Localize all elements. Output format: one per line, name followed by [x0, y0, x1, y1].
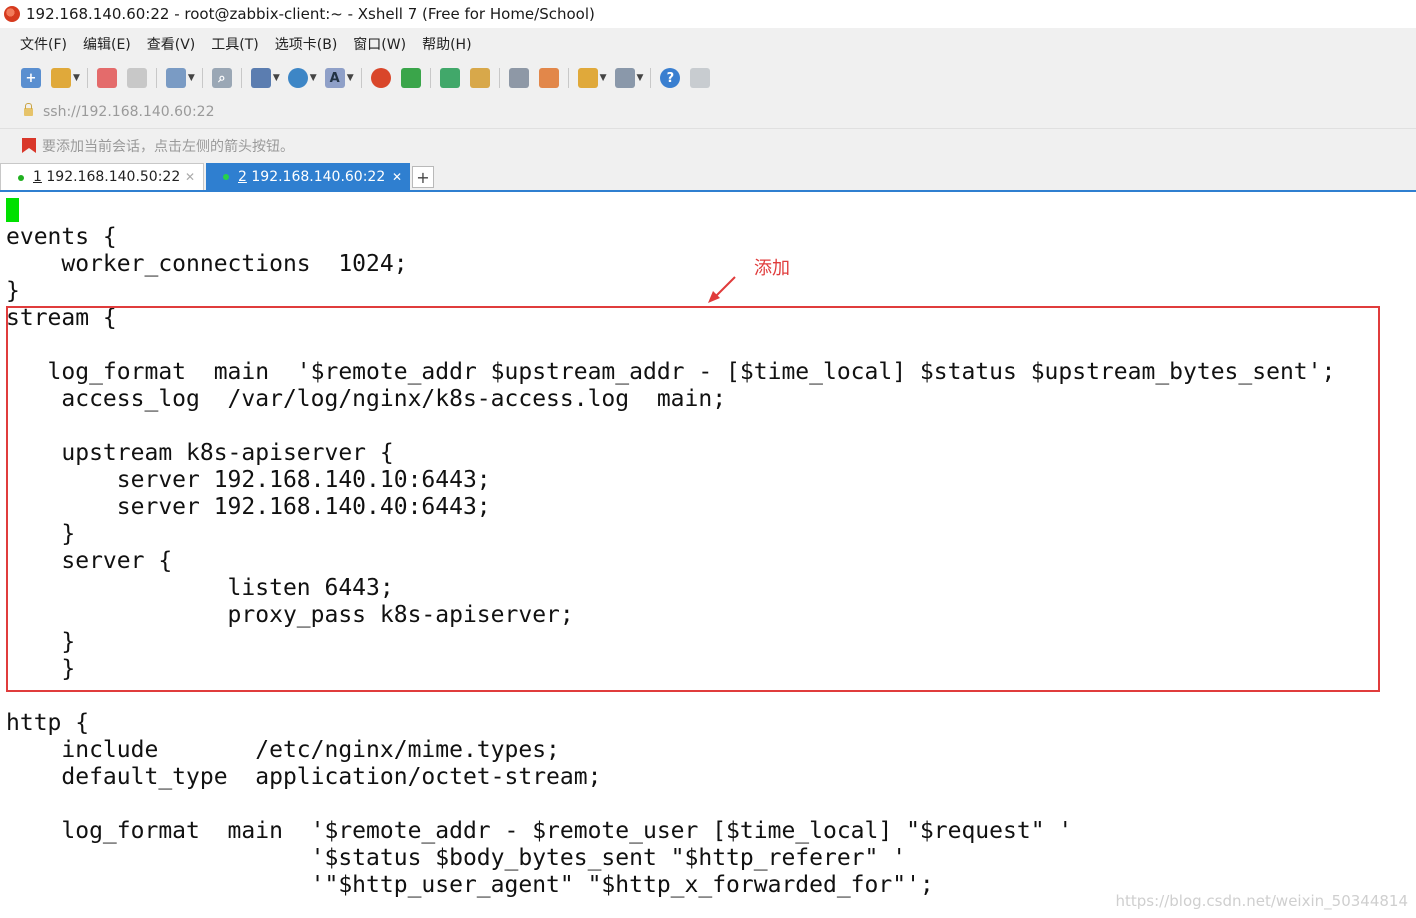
open-folder-icon[interactable] — [51, 68, 71, 88]
help-icon[interactable]: ? — [660, 68, 681, 88]
close-tab-icon[interactable]: ✕ — [392, 170, 402, 184]
session-hint-bar: 要添加当前会话，点击左侧的箭头按钮。 — [0, 128, 1416, 162]
disconnect-icon[interactable] — [126, 68, 147, 88]
tab-number: 2 — [238, 168, 247, 185]
toolbar-divider — [567, 68, 569, 88]
highlight-pen-icon[interactable] — [538, 68, 559, 88]
toolbar-divider — [201, 68, 203, 88]
menu-edit[interactable]: 编辑(E) — [83, 34, 131, 54]
terminal-cursor — [6, 198, 19, 222]
terminal-line: '$status $body_bytes_sent "$http_referer… — [6, 845, 907, 871]
new-session-icon[interactable]: + — [21, 68, 41, 88]
terminal-line: } — [6, 278, 20, 304]
terminal-area[interactable]: events { worker_connections 1024;} stream… — [0, 192, 1416, 918]
connect-icon[interactable] — [96, 68, 117, 88]
menu-tools[interactable]: 工具(T) — [211, 34, 258, 54]
menu-file[interactable]: 文件(F) — [20, 34, 67, 54]
annotation-label: 添加 — [754, 258, 790, 279]
connected-status-icon — [18, 175, 24, 181]
tab-session-1[interactable]: 1 192.168.140.50:22 ✕ — [0, 163, 204, 190]
tab-layout-dropdown-caret-icon[interactable]: ▼ — [637, 73, 644, 83]
keyboard-icon[interactable] — [508, 68, 529, 88]
connected-status-icon — [223, 174, 229, 180]
layout-dropdown-caret-icon[interactable]: ▼ — [273, 73, 280, 83]
toolbar-divider — [498, 68, 500, 88]
toolbar-divider — [650, 68, 652, 88]
menu-help[interactable]: 帮助(H) — [422, 34, 471, 54]
annotation-arrow-icon — [708, 276, 736, 303]
xshell-app-icon — [4, 6, 20, 22]
menu-view[interactable]: 查看(V) — [147, 34, 196, 54]
annotation-highlight-box — [6, 306, 1380, 692]
toolbar-divider — [429, 68, 431, 88]
globe-icon[interactable] — [287, 68, 308, 88]
terminal-line: log_format main '$remote_addr - $remote_… — [6, 818, 1073, 844]
menu-tabs[interactable]: 选项卡(B) — [275, 34, 338, 54]
menu-bar: 文件(F) 编辑(E) 查看(V) 工具(T) 选项卡(B) 窗口(W) 帮助(… — [0, 28, 1416, 60]
tab-session-2[interactable]: 2 192.168.140.60:22 ✕ — [206, 163, 410, 190]
title-bar: 192.168.140.60:22 - root@zabbix-client:~… — [0, 0, 1416, 28]
add-tab-button[interactable]: + — [412, 166, 434, 188]
bookmark-arrow-icon[interactable] — [22, 138, 36, 153]
lock-icon[interactable] — [469, 68, 490, 88]
layout-icon[interactable] — [250, 68, 271, 88]
terminal-line: include /etc/nginx/mime.types; — [6, 737, 560, 763]
new-window-settings-icon[interactable] — [165, 68, 186, 88]
chat-icon[interactable] — [690, 68, 711, 88]
lock-icon — [24, 103, 33, 116]
new-folder-icon[interactable] — [577, 68, 598, 88]
address-bar[interactable]: ssh://192.168.140.60:22 — [0, 96, 1416, 128]
toolbar-divider — [360, 68, 362, 88]
toolbar-divider — [155, 68, 157, 88]
settings-dropdown-caret-icon[interactable]: ▼ — [188, 73, 195, 83]
fullscreen-icon[interactable] — [439, 68, 460, 88]
tab-label: 192.168.140.50:22 — [46, 169, 181, 185]
font-dropdown-caret-icon[interactable]: ▼ — [347, 73, 354, 83]
toolbar: + ▼ ▼ ⌕ ▼ ▼ A ▼ ▼ ▼ ? — [0, 60, 1416, 96]
terminal-line: worker_connections 1024; — [6, 251, 408, 277]
tab-layout-icon[interactable] — [614, 68, 635, 88]
menu-window[interactable]: 窗口(W) — [353, 34, 406, 54]
folder-dropdown-caret-icon[interactable]: ▼ — [600, 73, 607, 83]
terminal-line: events { — [6, 224, 117, 250]
toolbar-divider — [86, 68, 88, 88]
terminal-line: http { — [6, 710, 90, 736]
xshell-icon[interactable] — [370, 68, 391, 88]
tab-bar: 1 192.168.140.50:22 ✕ 2 192.168.140.60:2… — [0, 162, 1416, 192]
tab-number: 1 — [33, 169, 42, 185]
tab-label: 192.168.140.60:22 — [251, 168, 386, 185]
open-dropdown-caret-icon[interactable]: ▼ — [73, 73, 80, 83]
font-icon[interactable]: A — [324, 68, 345, 88]
xftp-icon[interactable] — [400, 68, 421, 88]
close-tab-icon[interactable]: ✕ — [185, 170, 195, 184]
toolbar-divider — [240, 68, 242, 88]
session-address[interactable]: ssh://192.168.140.60:22 — [43, 104, 214, 120]
globe-dropdown-caret-icon[interactable]: ▼ — [310, 73, 317, 83]
terminal-line: default_type application/octet-stream; — [6, 764, 602, 790]
watermark: https://blog.csdn.net/weixin_50344814 — [1115, 892, 1408, 910]
session-hint-text: 要添加当前会话，点击左侧的箭头按钮。 — [42, 138, 294, 155]
window-title: 192.168.140.60:22 - root@zabbix-client:~… — [26, 5, 595, 23]
find-icon[interactable]: ⌕ — [211, 68, 232, 88]
